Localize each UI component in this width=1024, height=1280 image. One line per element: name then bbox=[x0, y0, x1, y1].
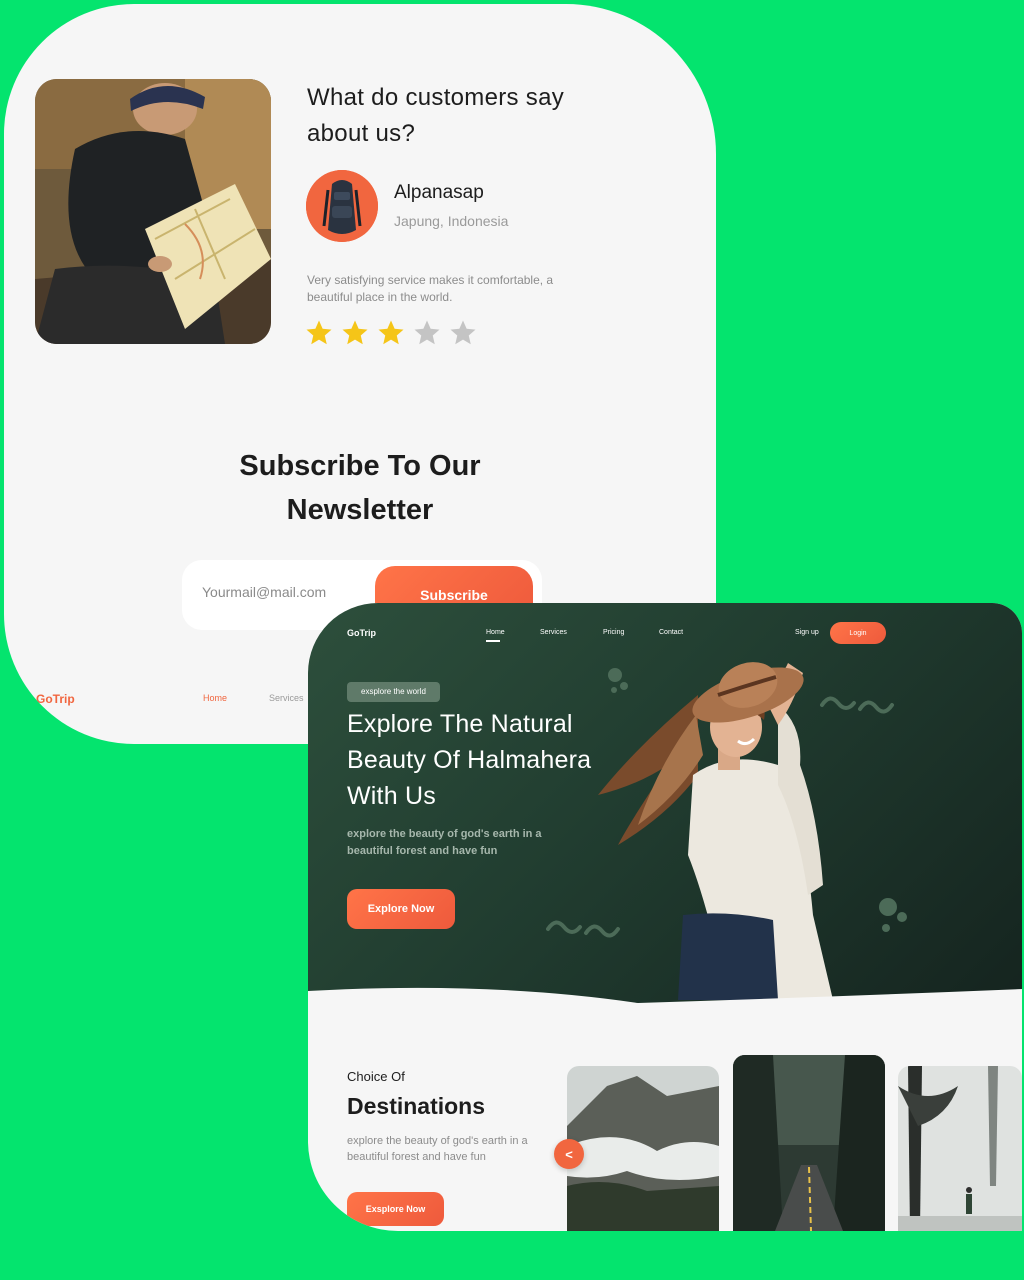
carousel-prev-button[interactable]: < bbox=[554, 1139, 584, 1169]
landing-page-card: GoTrip Home Services Pricing Contact Sig… bbox=[308, 603, 1022, 1231]
destination-card-forest-road[interactable] bbox=[733, 1055, 885, 1231]
star-filled-icon bbox=[376, 318, 406, 348]
star-filled-icon bbox=[304, 318, 334, 348]
hero-badge: exsplore the world bbox=[347, 682, 440, 702]
testimonial-heading: What do customers say about us? bbox=[307, 84, 565, 147]
nav-logo[interactable]: GoTrip bbox=[347, 628, 376, 638]
nav-link-home[interactable]: Home bbox=[486, 629, 505, 636]
email-input[interactable] bbox=[202, 584, 372, 600]
destinations-kicker: Choice Of bbox=[347, 1069, 405, 1084]
traveler-reading-map-photo bbox=[35, 79, 271, 344]
destinations-explore-button[interactable]: Exsplore Now bbox=[347, 1192, 444, 1226]
newsletter-heading-line-1: Subscribe To Our bbox=[239, 450, 481, 482]
review-text: Very satisfying service makes it comfort… bbox=[307, 273, 554, 304]
nav-link-services[interactable]: Services bbox=[540, 629, 567, 636]
newsletter-heading: Subscribe To Our Newsletter bbox=[4, 444, 716, 532]
destination-card-misty-mountain[interactable] bbox=[567, 1066, 719, 1231]
footer-link-home[interactable]: Home bbox=[203, 693, 227, 703]
nav-link-pricing[interactable]: Pricing bbox=[603, 629, 624, 636]
dots-decoration-icon bbox=[879, 898, 907, 932]
reviewer-location: Japung, Indonesia bbox=[394, 213, 509, 229]
reviewer-name: Alpanasap bbox=[394, 182, 484, 203]
reviewer-avatar bbox=[306, 170, 378, 242]
login-button[interactable]: Login bbox=[830, 622, 886, 644]
hero-subtitle: explore the beauty of god's earth in a b… bbox=[347, 828, 542, 857]
destination-card-foggy-trees[interactable] bbox=[898, 1066, 1022, 1231]
star-rating bbox=[304, 318, 478, 348]
footer-logo[interactable]: GoTrip bbox=[36, 692, 75, 706]
nav-active-indicator bbox=[486, 640, 500, 642]
nav-link-contact[interactable]: Contact bbox=[659, 629, 683, 636]
destinations-title: Destinations bbox=[347, 1093, 486, 1119]
footer-link-services[interactable]: Services bbox=[269, 693, 304, 703]
newsletter-heading-line-2: Newsletter bbox=[286, 494, 434, 526]
hero-section: GoTrip Home Services Pricing Contact Sig… bbox=[308, 603, 1022, 1003]
signup-link[interactable]: Sign up bbox=[795, 629, 819, 636]
destinations-subtitle: explore the beauty of god's earth in a b… bbox=[347, 1135, 528, 1163]
star-filled-icon bbox=[340, 318, 370, 348]
star-empty-icon bbox=[412, 318, 442, 348]
hero-bottom-curve bbox=[308, 987, 1022, 1021]
woman-with-hat-photo bbox=[598, 662, 833, 1000]
star-empty-icon bbox=[448, 318, 478, 348]
explore-now-button[interactable]: Explore Now bbox=[347, 889, 455, 929]
